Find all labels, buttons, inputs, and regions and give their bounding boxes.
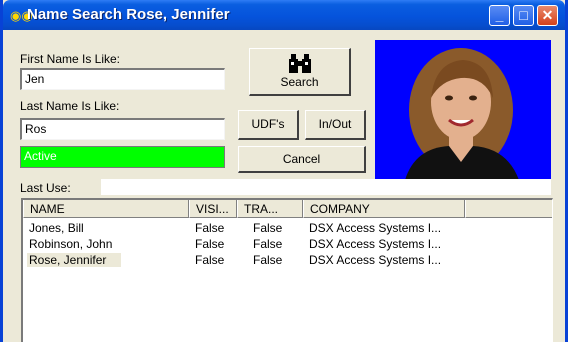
cell-trace: False [253,237,283,251]
binoculars-icon [288,54,311,73]
column-header-name[interactable]: NAME [23,200,189,218]
cell-trace: False [253,221,283,235]
column-header-blank [465,200,552,218]
title-bar[interactable]: ◉◉ Name Search Rose, Jennifer _ □ ✕ [3,0,565,30]
cell-company: DSX Access Systems I... [309,221,442,235]
udfs-button[interactable]: UDF's [238,110,299,140]
close-button[interactable]: ✕ [537,5,558,26]
window-title: Name Search Rose, Jennifer [27,6,230,23]
inout-button[interactable]: In/Out [305,110,366,140]
name-search-window: ◉◉ Name Search Rose, Jennifer _ □ ✕ Firs… [0,0,568,342]
results-table[interactable]: NAME VISI... TRA... COMPANY Jones, Bill … [21,198,553,342]
column-header-visitor[interactable]: VISI... [189,200,237,218]
minimize-button[interactable]: _ [489,5,510,26]
search-button[interactable]: Search [249,48,351,96]
cell-company: DSX Access Systems I... [309,237,442,251]
cell-trace: False [253,253,283,267]
cell-visitor: False [195,237,225,251]
last-name-input[interactable]: Ros [20,118,225,140]
person-photo [375,40,551,180]
last-use-field [101,179,551,195]
cell-company: DSX Access Systems I... [309,253,442,267]
first-name-input[interactable]: Jen [20,68,225,90]
cell-name: Robinson, John [29,237,113,251]
column-header-company[interactable]: COMPANY [303,200,465,218]
cell-name: Jones, Bill [29,221,84,235]
minimize-icon: _ [495,7,504,23]
portrait-image [375,40,551,180]
first-name-label: First Name Is Like: [20,52,121,66]
last-use-label: Last Use: [20,181,71,195]
search-button-label: Search [280,75,319,89]
table-header: NAME VISI... TRA... COMPANY [23,200,552,218]
cell-visitor: False [195,221,225,235]
table-row[interactable]: Jones, Bill False False DSX Access Syste… [23,220,552,236]
column-header-trace[interactable]: TRA... [237,200,303,218]
table-row-selected[interactable]: Rose, Jennifer False False DSX Access Sy… [23,252,552,268]
cell-name: Rose, Jennifer [27,253,121,267]
maximize-button[interactable]: □ [513,5,534,26]
table-row[interactable]: Robinson, John False False DSX Access Sy… [23,236,552,252]
cancel-button[interactable]: Cancel [238,146,366,173]
maximize-icon: □ [519,7,528,23]
close-icon: ✕ [541,7,554,23]
cell-visitor: False [195,253,225,267]
last-name-label: Last Name Is Like: [20,99,120,113]
status-indicator: Active [20,146,225,168]
